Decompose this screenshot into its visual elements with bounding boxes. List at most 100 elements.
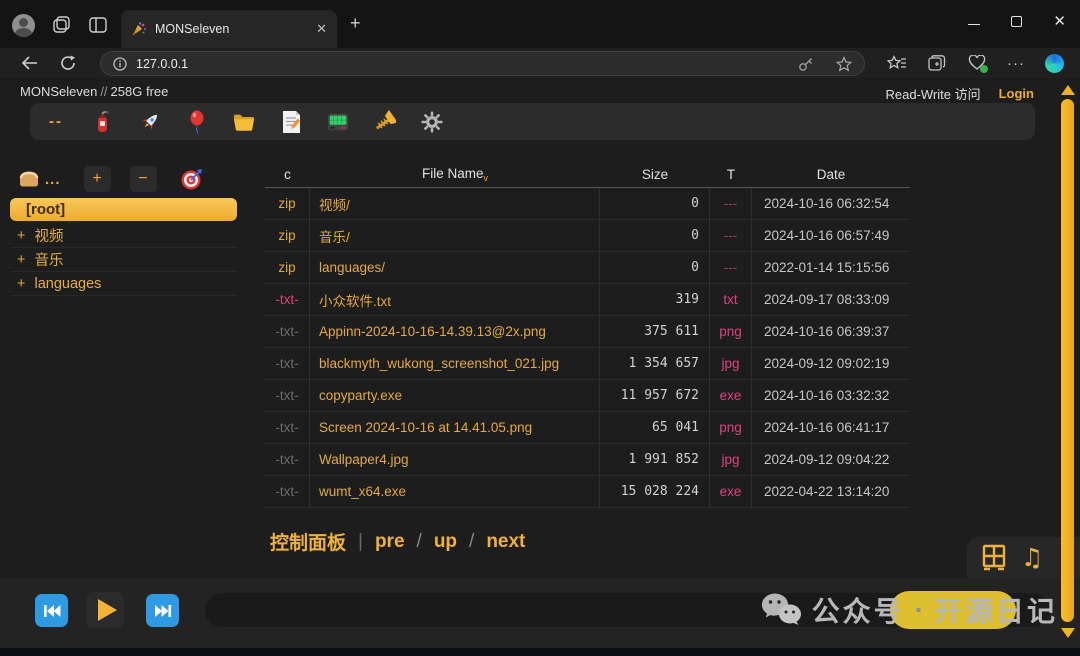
workspaces-icon[interactable]	[53, 16, 71, 34]
tree-items: [root] + 视频 + 音乐 + languages	[10, 198, 237, 296]
favorite-star-icon[interactable]	[836, 56, 852, 72]
file-name-link[interactable]: languages/	[310, 252, 600, 283]
file-action-link[interactable]: -txt-	[265, 476, 310, 507]
file-row[interactable]: zip 音乐/ 0 --- 2024-10-16 06:57:49	[265, 220, 910, 252]
col-size[interactable]: Size	[600, 167, 710, 182]
refresh-icon[interactable]	[56, 51, 80, 75]
breadcrumb[interactable]: MONSeleven//258G free	[20, 84, 168, 99]
file-action-link[interactable]: -txt-	[265, 412, 310, 443]
audio-player-icon[interactable]: ♫	[1021, 545, 1043, 570]
file-name-link[interactable]: 小众软件.txt	[310, 284, 600, 315]
scrollbar-up-arrow[interactable]	[1061, 85, 1075, 95]
scrollbar-thumb[interactable]	[1061, 99, 1074, 622]
file-action-link[interactable]: -txt-	[265, 444, 310, 475]
file-action-link[interactable]: -txt-	[265, 316, 310, 347]
dartboard-icon[interactable]	[180, 167, 204, 191]
file-action-link[interactable]: zip	[265, 188, 310, 219]
file-action-link[interactable]: -txt-	[265, 380, 310, 411]
site-info-icon[interactable]	[113, 57, 127, 71]
nav-pre-link[interactable]: pre	[375, 531, 405, 553]
browser-essentials-icon[interactable]	[965, 51, 989, 75]
file-name-link[interactable]: 音乐/	[310, 220, 600, 251]
breadcrumb-site[interactable]: MONSeleven	[20, 84, 97, 99]
url-text[interactable]: 127.0.0.1	[136, 57, 798, 71]
file-size: 0	[600, 220, 710, 251]
browser-tab[interactable]: MONSeleven ✕	[121, 10, 337, 48]
previous-track-button[interactable]	[35, 594, 68, 627]
file-action-link[interactable]: -txt-	[265, 348, 310, 379]
pager-icon[interactable]	[327, 110, 349, 134]
file-type: png	[710, 316, 752, 347]
folder-icon[interactable]	[233, 110, 255, 134]
file-row[interactable]: -txt- wumt_x64.exe 15 028 224 exe 2022-0…	[265, 476, 910, 508]
collections-icon[interactable]	[925, 51, 949, 75]
file-row[interactable]: -txt- 小众软件.txt 319 txt 2024-09-17 08:33:…	[265, 284, 910, 316]
tab-close-icon[interactable]: ✕	[316, 21, 327, 37]
tree-expand-icon[interactable]: +	[17, 276, 25, 292]
file-action-link[interactable]: zip	[265, 220, 310, 251]
tree-expand-icon[interactable]: +	[17, 252, 25, 268]
file-action-link[interactable]: -txt-	[265, 284, 310, 315]
profile-avatar-icon[interactable]	[12, 14, 35, 37]
col-c[interactable]: c	[265, 167, 310, 182]
file-name-link[interactable]: Screen 2024-10-16 at 14.41.05.png	[310, 412, 600, 443]
back-icon[interactable]	[17, 51, 41, 75]
tree-item[interactable]: + languages	[10, 272, 237, 296]
col-type[interactable]: T	[710, 167, 752, 182]
footer-bar-separator: |	[358, 531, 363, 553]
file-name-link[interactable]: blackmyth_wukong_screenshot_021.jpg	[310, 348, 600, 379]
col-date[interactable]: Date	[752, 167, 910, 182]
play-button[interactable]	[86, 592, 124, 628]
next-track-button[interactable]	[146, 594, 179, 627]
file-name-link[interactable]: wumt_x64.exe	[310, 476, 600, 507]
bread-icon[interactable]	[18, 169, 40, 189]
folder-tree-panel: ... + − [root] + 视频 + 音乐 + languages	[10, 160, 237, 296]
tree-item[interactable]: + 音乐	[10, 248, 237, 272]
file-name-link[interactable]: copyparty.exe	[310, 380, 600, 411]
file-row[interactable]: -txt- copyparty.exe 11 957 672 exe 2024-…	[265, 380, 910, 412]
file-action-link[interactable]: zip	[265, 252, 310, 283]
login-link[interactable]: Login	[999, 86, 1034, 101]
window-close-button[interactable]: ✕	[1053, 14, 1066, 29]
trumpet-icon[interactable]	[374, 110, 396, 134]
file-name-link[interactable]: 视频/	[310, 188, 600, 219]
balloon-icon[interactable]	[186, 110, 208, 134]
file-row[interactable]: -txt- blackmyth_wukong_screenshot_021.jp…	[265, 348, 910, 380]
tree-item[interactable]: [root]	[10, 198, 237, 221]
copilot-icon[interactable]	[1042, 51, 1066, 75]
address-bar[interactable]: 127.0.0.1	[100, 51, 865, 76]
new-tab-button[interactable]: +	[350, 14, 361, 32]
more-menu-icon[interactable]: ···	[1004, 51, 1028, 75]
window-maximize-button[interactable]	[1011, 16, 1022, 27]
tree-shrink-button[interactable]: −	[130, 166, 157, 192]
file-row[interactable]: zip languages/ 0 --- 2022-01-14 15:15:56	[265, 252, 910, 284]
file-row[interactable]: zip 视频/ 0 --- 2024-10-16 06:32:54	[265, 188, 910, 220]
memo-icon[interactable]	[280, 110, 302, 134]
file-name-link[interactable]: Appinn-2024-10-16-14.39.13@2x.png	[310, 316, 600, 347]
password-key-icon[interactable]	[798, 56, 814, 72]
file-type: png	[710, 412, 752, 443]
tab-actions-icon[interactable]	[89, 16, 107, 34]
browser-window: MONSeleven ✕ + ✕ 127.0.0.1	[0, 0, 1080, 656]
file-row[interactable]: -txt- Wallpaper4.jpg 1 991 852 jpg 2024-…	[265, 444, 910, 476]
rocket-icon[interactable]	[139, 110, 161, 134]
col-filename[interactable]: File Namev	[310, 166, 600, 183]
gear-icon[interactable]	[421, 110, 443, 134]
breadcrumb-toggle-dots[interactable]: ...	[45, 171, 61, 188]
scrollbar-down-arrow[interactable]	[1061, 628, 1075, 638]
tree-item[interactable]: + 视频	[10, 224, 237, 248]
control-panel-link[interactable]: 控制面板	[270, 528, 346, 555]
nav-up-link[interactable]: up	[434, 531, 457, 553]
window-minimize-button[interactable]	[968, 24, 980, 26]
favorites-bar-icon[interactable]	[885, 51, 909, 75]
nav-next-link[interactable]: next	[486, 531, 525, 553]
tree-expand-icon[interactable]: +	[17, 228, 25, 244]
file-row[interactable]: -txt- Screen 2024-10-16 at 14.41.05.png …	[265, 412, 910, 444]
tree-grow-button[interactable]: +	[84, 166, 111, 192]
fire-extinguisher-icon[interactable]	[92, 110, 114, 134]
file-row[interactable]: -txt- Appinn-2024-10-16-14.39.13@2x.png …	[265, 316, 910, 348]
file-size: 0	[600, 188, 710, 219]
collapse-dashes-button[interactable]: --	[45, 110, 67, 134]
grid-view-icon[interactable]	[981, 544, 1007, 572]
file-name-link[interactable]: Wallpaper4.jpg	[310, 444, 600, 475]
